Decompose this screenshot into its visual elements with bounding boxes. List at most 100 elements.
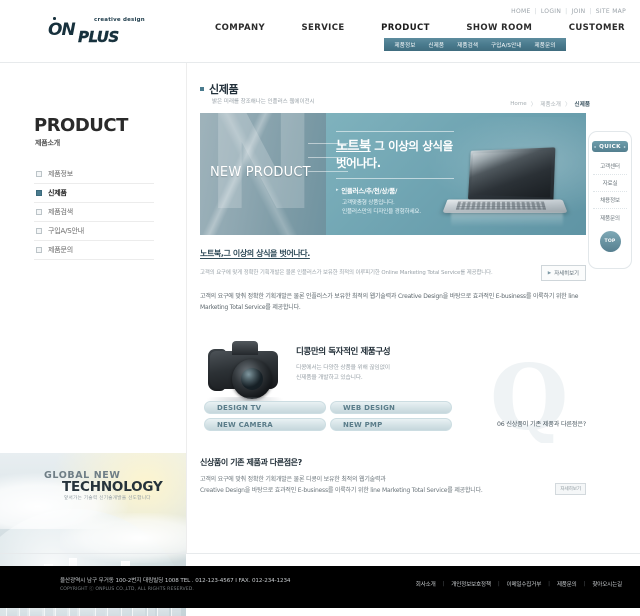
- hero-headline-strong: 노트북: [336, 139, 371, 154]
- subnav-item-product-info[interactable]: 제품정보: [394, 41, 415, 49]
- footer-link-email-refusal[interactable]: 이메일수집거부: [507, 580, 542, 588]
- view-details-label: 자세히보기: [554, 271, 579, 277]
- page-title: 신제품: [200, 81, 239, 97]
- utility-link-home[interactable]: HOME: [511, 8, 530, 15]
- breadcrumb-parent[interactable]: 제품소개: [540, 100, 561, 108]
- sidebar-title: PRODUCT: [34, 115, 128, 136]
- left-sidebar: PRODUCT 제품소개 제품정보 신제품 제품검색 구입A/S안내 제품문의: [0, 63, 186, 616]
- utility-separator: |: [565, 8, 568, 15]
- hero-headline-line2: 벗어나다.: [336, 155, 381, 170]
- sidebar-item-label: 제품검색: [48, 208, 73, 216]
- triangle-right-icon: ▸: [336, 187, 339, 194]
- sub-nav: 제품정보 신제품 제품검색 구입A/S안내 제품문의: [384, 38, 566, 51]
- sidebar-item-label: 제품문의: [48, 246, 73, 254]
- section3-body: 고객의 요구에 맞춰 정확한 기획개발은 물론 디콩이 보유한 최적의 웹기술력…: [200, 475, 530, 497]
- section2-desc-line2: 신제품을 개발하고 있습니다.: [296, 374, 363, 381]
- footer-address: 울산광역시 남구 무거동 100-2번지 대림빌딩 1008 TEL . 012…: [60, 578, 291, 584]
- breadcrumb-home[interactable]: Home: [510, 101, 527, 107]
- triangle-right-icon: ▶: [547, 270, 552, 276]
- hero-divider-bottom: [336, 178, 454, 180]
- utility-link-sitemap[interactable]: SITE MAP: [596, 8, 626, 15]
- sidebar-item-label: 구입A/S안내: [48, 227, 84, 235]
- sidebar-item-product-search[interactable]: 제품검색: [34, 203, 154, 222]
- section1-lead: 고객의 요구에 맞게 정확한 기획개발은 물론 인플러스가 보유한 최적의 이루…: [200, 269, 493, 276]
- q-watermark: Q: [490, 353, 569, 443]
- laptop-reflection: [451, 213, 563, 227]
- footer-separator: |: [548, 581, 550, 587]
- view-details-button[interactable]: ▶ 자세히보기: [540, 265, 586, 281]
- laptop-product-image: [442, 147, 571, 227]
- quick-item-resources[interactable]: 자료실: [593, 175, 627, 192]
- nav-item-service[interactable]: SERVICE: [302, 23, 345, 33]
- footer-separator: |: [583, 581, 586, 587]
- sidebar-item-product-info[interactable]: 제품정보: [34, 165, 154, 184]
- section3-body-row: 고객의 요구에 맞춰 정확한 기획개발은 물론 디콩이 보유한 최적의 웹기술력…: [200, 475, 586, 497]
- footer-link-privacy[interactable]: 개인정보보호정책: [451, 580, 491, 588]
- footer-link-product-inquiry[interactable]: 제품문의: [557, 580, 577, 588]
- sidebar-item-new-product[interactable]: 신제품: [34, 184, 154, 203]
- main-nav: COMPANY SERVICE PRODUCT SHOW ROOM CUSTOM…: [215, 23, 625, 33]
- pill-design-tv[interactable]: DESIGN TV: [204, 401, 326, 414]
- page-title-text: 신제품: [209, 83, 239, 96]
- footer-separator: |: [497, 581, 500, 587]
- scroll-to-top-button[interactable]: TOP: [599, 231, 621, 252]
- sidebar-item-product-inquiry[interactable]: 제품문의: [34, 241, 154, 260]
- sidebar-divider: [186, 63, 187, 553]
- subnav-item-product-inquiry[interactable]: 제품문의: [535, 41, 556, 49]
- utility-nav: HOME | LOGIN | JOIN | SITE MAP: [511, 8, 626, 15]
- quick-item-recruitment[interactable]: 채용정보: [593, 192, 627, 209]
- breadcrumb: Home 〉 제품소개 〉 신제품: [510, 100, 590, 108]
- utility-link-login[interactable]: LOGIN: [541, 8, 561, 15]
- footer-divider: [0, 553, 640, 554]
- quick-title-text: QUICK: [599, 143, 621, 150]
- page-root: creative design ON PLUS HOME | LOGIN | J…: [0, 0, 640, 616]
- square-bullet-icon: [36, 209, 42, 215]
- nav-item-company[interactable]: COMPANY: [215, 23, 265, 33]
- page-subtitle: 밝은 미래를 창조해나는 인플러스 웹에이전시: [212, 99, 315, 105]
- pill-web-design[interactable]: WEB DESIGN: [330, 401, 452, 414]
- camera-product-image: [206, 339, 284, 407]
- site-footer: 울산광역시 남구 무거동 100-2번지 대림빌딩 1008 TEL . 012…: [0, 566, 640, 608]
- arrow-left-icon: ◂: [593, 144, 597, 149]
- hero-banner[interactable]: N NEW PRODUCT 노트북 그 이상의 상식을 벗어나다. ▸ 인플러스…: [200, 113, 586, 235]
- page-header: 신제품 밝은 미래를 창조해나는 인플러스 웹에이전시 Home 〉 제품소개 …: [196, 63, 592, 113]
- footer-links: 회사소개 | 개인정보보호정책 | 이메일수집거부 | 제품문의 | 찾아오시는…: [416, 580, 622, 588]
- sidebar-item-purchase-as[interactable]: 구입A/S안내: [34, 222, 154, 241]
- hero-desc-line2: 인플러스만의 디자인을 경험하세요.: [342, 208, 421, 215]
- breadcrumb-current: 신제품: [574, 102, 590, 108]
- section2-text-block: 디콩만의 독자적인 제품구성 디콩에서는 다양한 상품을 위해 끊임없이 신제품…: [296, 345, 496, 384]
- subnav-item-product-search[interactable]: 제품검색: [457, 41, 478, 49]
- nav-item-showroom[interactable]: SHOW ROOM: [466, 23, 532, 33]
- pill-new-pmp[interactable]: NEW PMP: [330, 418, 452, 431]
- quick-item-product-inquiry[interactable]: 제품문의: [593, 209, 627, 226]
- footer-link-directions[interactable]: 찾아오시는길: [592, 580, 622, 588]
- sidebar-item-label: 신제품: [48, 189, 67, 197]
- square-bullet-icon: [36, 247, 42, 253]
- sidebar-menu: 제품정보 신제품 제품검색 구입A/S안내 제품문의: [34, 165, 154, 260]
- subnav-item-purchase-as[interactable]: 구입A/S안내: [491, 41, 522, 49]
- quick-menu-title: ◂ QUICK ▸: [592, 141, 628, 152]
- chevron-right-icon: 〉: [564, 102, 571, 108]
- nav-item-product[interactable]: PRODUCT: [381, 23, 430, 33]
- section1-body: 고객의 요구에 맞춰 정확한 기획개발은 물론 인플러스가 보유한 최적의 웹기…: [200, 293, 579, 311]
- sidebar-item-label: 제품정보: [48, 170, 73, 178]
- section1-lead-row: 고객의 요구에 맞게 정확한 기획개발은 물론 인플러스가 보유한 최적의 이루…: [200, 265, 586, 281]
- utility-separator: |: [589, 8, 592, 15]
- utility-link-join[interactable]: JOIN: [571, 8, 585, 15]
- footer-link-about[interactable]: 회사소개: [416, 580, 436, 588]
- quick-item-customer-center[interactable]: 고객센터: [593, 158, 627, 175]
- nav-item-customer[interactable]: CUSTOMER: [569, 23, 625, 33]
- square-bullet-icon: [36, 190, 42, 196]
- section-notebook: 노트북,그 이상의 상식을 벗어나다. 고객의 요구에 맞게 정확한 기획개발은…: [200, 248, 586, 313]
- section2-question: 06 신상품이 기존 제품과 다른점은?: [496, 421, 586, 428]
- pill-new-camera[interactable]: NEW CAMERA: [204, 418, 326, 431]
- laptop-screen: [467, 147, 556, 204]
- site-logo[interactable]: creative design ON PLUS: [48, 16, 158, 46]
- site-header: creative design ON PLUS HOME | LOGIN | J…: [0, 0, 640, 62]
- subnav-item-new-product[interactable]: 신제품: [428, 41, 444, 49]
- sidebar-subtitle: 제품소개: [35, 139, 60, 147]
- promo-line3: 앞서가는 기술력 신기술개발을 선도합니다: [64, 496, 151, 501]
- section3-detail-button[interactable]: 자세히보기: [555, 483, 586, 495]
- logo-brand-on: ON: [48, 20, 76, 40]
- quick-menu: ◂ QUICK ▸ 고객센터 자료실 채용정보 제품문의 TOP: [588, 131, 632, 269]
